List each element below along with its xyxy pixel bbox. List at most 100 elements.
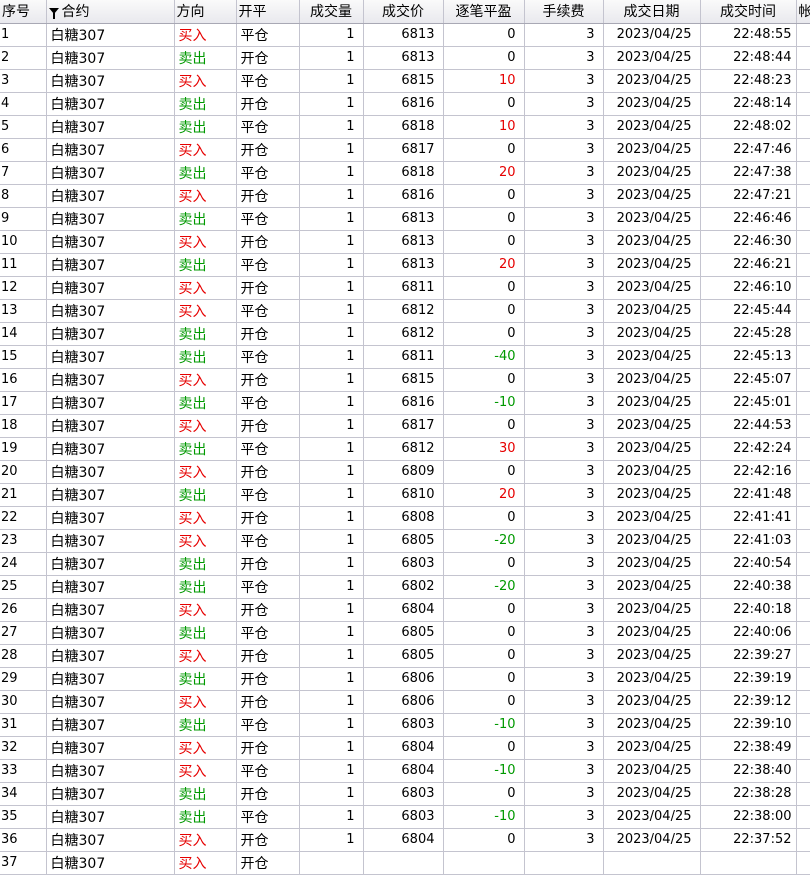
row-index: 21	[0, 483, 47, 507]
table-row[interactable]: 10 白糖307 买入 开仓 1 6813 0 3 2023/04/25 22:46:30	[0, 230, 810, 254]
row-pnl: 20	[443, 161, 525, 185]
header-volume[interactable]: 成交量	[299, 0, 364, 24]
header-index[interactable]: 序号	[0, 0, 47, 24]
table-row[interactable]: 23 白糖307 买入 平仓 1 6805 -20 3 2023/04/25 22:41:03	[0, 529, 810, 553]
table-row[interactable]: 14 白糖307 卖出 开仓 1 6812 0 3 2023/04/25 22:45:28	[0, 322, 810, 346]
header-direction[interactable]: 方向	[174, 0, 237, 24]
table-row[interactable]: 3 白糖307 买入 平仓 1 6815 10 3 2023/04/25 22:48:23	[0, 69, 810, 93]
table-row[interactable]: 5 白糖307 卖出 平仓 1 6818 10 3 2023/04/25 22:48:02	[0, 115, 810, 139]
header-fee[interactable]: 手续费	[524, 0, 604, 24]
table-row[interactable]: 2 白糖307 卖出 开仓 1 6813 0 3 2023/04/25 22:48:44	[0, 46, 810, 70]
row-open-close: 开仓	[236, 598, 300, 622]
row-date: 2023/04/25	[603, 253, 701, 277]
row-volume: 1	[299, 322, 364, 346]
row-time: 22:38:00	[700, 805, 797, 829]
table-row[interactable]: 28 白糖307 买入 开仓 1 6805 0 3 2023/04/25 22:39:27	[0, 644, 810, 668]
table-row[interactable]: 32 白糖307 买入 开仓 1 6804 0 3 2023/04/25 22:38:49	[0, 736, 810, 760]
table-row[interactable]: 33 白糖307 买入 平仓 1 6804 -10 3 2023/04/25 22:38:40	[0, 759, 810, 783]
table-row[interactable]: 15 白糖307 卖出 平仓 1 6811 -40 3 2023/04/25 22:45:13	[0, 345, 810, 369]
row-fee: 3	[524, 805, 604, 829]
table-row[interactable]: 24 白糖307 卖出 开仓 1 6803 0 3 2023/04/25 22:40:54	[0, 552, 810, 576]
row-fee: 3	[524, 345, 604, 369]
table-row[interactable]: 12 白糖307 买入 开仓 1 6811 0 3 2023/04/25 22:46:10	[0, 276, 810, 300]
row-volume: 1	[299, 299, 364, 323]
header-account[interactable]: 帐	[796, 0, 810, 24]
table-row[interactable]: 26 白糖307 买入 开仓 1 6804 0 3 2023/04/25 22:40:18	[0, 598, 810, 622]
table-row[interactable]: 13 白糖307 买入 平仓 1 6812 0 3 2023/04/25 22:45:44	[0, 299, 810, 323]
row-pnl: 0	[443, 667, 525, 691]
row-open-close: 开仓	[236, 851, 300, 875]
header-date[interactable]: 成交日期	[603, 0, 701, 24]
row-volume	[299, 851, 364, 875]
row-time: 22:39:10	[700, 713, 797, 737]
row-volume: 1	[299, 69, 364, 93]
row-open-close: 开仓	[236, 46, 300, 70]
row-time: 22:48:02	[700, 115, 797, 139]
table-row[interactable]: 4 白糖307 卖出 开仓 1 6816 0 3 2023/04/25 22:48:14	[0, 92, 810, 116]
row-date: 2023/04/25	[603, 322, 701, 346]
table-row[interactable]: 6 白糖307 买入 开仓 1 6817 0 3 2023/04/25 22:47:46	[0, 138, 810, 162]
row-time: 22:46:46	[700, 207, 797, 231]
row-time: 22:45:44	[700, 299, 797, 323]
row-fee: 3	[524, 828, 604, 852]
table-row[interactable]: 27 白糖307 卖出 平仓 1 6805 0 3 2023/04/25 22:40:06	[0, 621, 810, 645]
row-direction: 卖出	[174, 345, 237, 369]
row-price: 6806	[363, 667, 444, 691]
row-index: 5	[0, 115, 47, 139]
table-row[interactable]: 22 白糖307 买入 开仓 1 6808 0 3 2023/04/25 22:41:41	[0, 506, 810, 530]
row-price: 6805	[363, 529, 444, 553]
row-index: 24	[0, 552, 47, 576]
table-row[interactable]: 17 白糖307 卖出 平仓 1 6816 -10 3 2023/04/25 22:45:01	[0, 391, 810, 415]
row-direction: 卖出	[174, 207, 237, 231]
table-row[interactable]: 7 白糖307 卖出 平仓 1 6818 20 3 2023/04/25 22:47:38	[0, 161, 810, 185]
row-time: 22:48:23	[700, 69, 797, 93]
header-time[interactable]: 成交时间	[700, 0, 797, 24]
table-row[interactable]: 31 白糖307 卖出 平仓 1 6803 -10 3 2023/04/25 22:39:10	[0, 713, 810, 737]
header-pnl[interactable]: 逐笔平盈	[443, 0, 525, 24]
table-row[interactable]: 19 白糖307 卖出 平仓 1 6812 30 3 2023/04/25 22:42:24	[0, 437, 810, 461]
table-row[interactable]: 8 白糖307 买入 开仓 1 6816 0 3 2023/04/25 22:47:21	[0, 184, 810, 208]
row-time: 22:45:07	[700, 368, 797, 392]
row-pnl: -20	[443, 529, 525, 553]
row-account	[796, 138, 810, 162]
row-open-close: 平仓	[236, 207, 300, 231]
row-price: 6816	[363, 391, 444, 415]
table-row[interactable]: 20 白糖307 买入 开仓 1 6809 0 3 2023/04/25 22:42:16	[0, 460, 810, 484]
row-pnl: -20	[443, 575, 525, 599]
table-row[interactable]: 21 白糖307 卖出 平仓 1 6810 20 3 2023/04/25 22:41:48	[0, 483, 810, 507]
table-row[interactable]: 36 白糖307 买入 开仓 1 6804 0 3 2023/04/25 22:37:52	[0, 828, 810, 852]
row-fee: 3	[524, 230, 604, 254]
row-account	[796, 552, 810, 576]
row-index: 33	[0, 759, 47, 783]
table-row[interactable]: 34 白糖307 卖出 开仓 1 6803 0 3 2023/04/25 22:38:28	[0, 782, 810, 806]
row-open-close: 平仓	[236, 483, 300, 507]
row-time: 22:44:53	[700, 414, 797, 438]
row-date: 2023/04/25	[603, 46, 701, 70]
table-row[interactable]: 18 白糖307 买入 开仓 1 6817 0 3 2023/04/25 22:44:53	[0, 414, 810, 438]
table-row[interactable]: 1 白糖307 买入 平仓 1 6813 0 3 2023/04/25 22:48:55	[0, 23, 810, 47]
table-row[interactable]: 25 白糖307 卖出 平仓 1 6802 -20 3 2023/04/25 22:40:38	[0, 575, 810, 599]
row-fee: 3	[524, 575, 604, 599]
table-row[interactable]: 37 白糖307 买入 开仓	[0, 851, 810, 875]
row-fee: 3	[524, 690, 604, 714]
header-contract[interactable]: 合约	[46, 0, 175, 24]
table-row[interactable]: 9 白糖307 卖出 平仓 1 6813 0 3 2023/04/25 22:46:46	[0, 207, 810, 231]
table-row[interactable]: 29 白糖307 卖出 开仓 1 6806 0 3 2023/04/25 22:39:19	[0, 667, 810, 691]
table-row[interactable]: 11 白糖307 卖出 平仓 1 6813 20 3 2023/04/25 22:46:21	[0, 253, 810, 277]
table-row[interactable]: 16 白糖307 买入 开仓 1 6815 0 3 2023/04/25 22:45:07	[0, 368, 810, 392]
table-row[interactable]: 30 白糖307 买入 开仓 1 6806 0 3 2023/04/25 22:39:12	[0, 690, 810, 714]
row-pnl: -10	[443, 759, 525, 783]
table-row[interactable]: 35 白糖307 卖出 平仓 1 6803 -10 3 2023/04/25 22:38:00	[0, 805, 810, 829]
row-volume: 1	[299, 276, 364, 300]
row-index: 13	[0, 299, 47, 323]
row-time: 22:39:27	[700, 644, 797, 668]
row-volume: 1	[299, 23, 364, 47]
header-price[interactable]: 成交价	[363, 0, 444, 24]
row-pnl: 0	[443, 552, 525, 576]
row-price: 6804	[363, 598, 444, 622]
row-direction: 买入	[174, 230, 237, 254]
header-open-close[interactable]: 开平	[236, 0, 300, 24]
row-volume: 1	[299, 644, 364, 668]
row-contract: 白糖307	[46, 345, 175, 369]
filter-icon[interactable]	[48, 8, 59, 20]
